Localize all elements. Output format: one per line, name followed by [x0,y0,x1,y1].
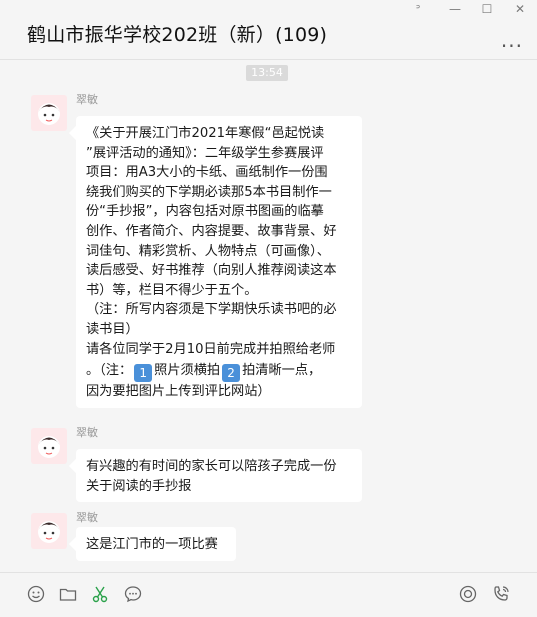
message-line: 创作、作者简介、内容提要、故事背景、好 [86,223,337,239]
message-bubble[interactable]: 《关于开展江门市2021年寒假“邑起悦读 ”展评活动的通知》：二年级学生参赛展评… [76,116,362,408]
maximize-button[interactable]: ☐ [479,2,495,16]
message-line: 。（注： 1 照片须横拍 2 拍清晰一点， [86,361,352,383]
message-line: 读后感受、好书推荐（向别人推荐阅读这本 [86,263,337,279]
close-button[interactable]: ✕ [512,2,528,16]
message-line: 《关于开展江门市2021年寒假“邑起悦读 [86,126,325,141]
chat-bubble-icon[interactable] [124,585,142,603]
message-bubble[interactable]: 有兴趣的有时间的家长可以陪孩子完成一份 关于阅读的手抄报 [76,449,362,503]
sender-name: 翠敏 [76,93,98,106]
message-line: 因为要把图片上传到评比网站） [86,384,271,400]
message-line: 绕我们购买的下学期必读那5本书目制作一 [86,184,332,200]
minimize-button[interactable]: — [447,2,463,16]
message-line: 份“手抄报”，内容包括对原书图画的临摹 [86,204,324,220]
phone-icon[interactable] [492,585,510,603]
message-line: ”展评活动的通知》：二年级学生参赛展评 [86,145,324,161]
note-suffix: 拍清晰一点， [242,363,322,379]
message-line: 请各位同学于2月10日前完成并拍照给老师 [86,341,336,357]
avatar[interactable] [31,95,67,131]
message-line: 这是江门市的一项比赛 [86,537,218,552]
title-bar: 鹤山市振华学校202班（新）(109) ᐣ — ☐ ✕ ... [0,0,537,60]
keycap-one-icon: 1 [134,364,153,383]
more-options-button[interactable]: ... [501,28,523,52]
message-line: 读书目） [86,321,139,337]
chat-title: 鹤山市振华学校202班（新）(109) [27,24,328,46]
scissors-icon[interactable] [91,585,109,603]
message-line: 项目：用A3大小的卡纸、画纸制作一份围 [86,165,328,181]
message-bubble[interactable]: 这是江门市的一项比赛 [76,527,236,561]
timestamp: 13:54 [246,65,288,81]
avatar[interactable] [31,428,67,464]
sender-name: 翠敏 [76,511,98,524]
keycap-two-icon: 2 [222,364,241,383]
note-prefix: 。（注： [86,363,133,379]
message-line: 有兴趣的有时间的家长可以陪孩子完成一份 [86,459,337,474]
emoji-icon[interactable] [27,585,45,603]
message-line: （注：所写内容须是下学期快乐读书吧的必 [86,302,337,318]
input-toolbar [0,572,537,617]
avatar[interactable] [31,513,67,549]
note-mid: 照片须横拍 [154,363,221,379]
pin-icon[interactable]: ᐣ [410,2,426,16]
chat-area[interactable]: 13:54 翠敏 《关于开展江门市2021年寒假“邑起悦读 ”展评活动的通知》：… [0,61,537,572]
sender-name: 翠敏 [76,426,98,439]
message-line: 书）等，栏目不得少于五个。 [86,282,258,298]
message-line: 关于阅读的手抄报 [86,478,192,494]
live-icon[interactable] [459,585,477,603]
message-line: 词佳句、精彩赏析、人物特点（可画像）、 [86,243,330,259]
folder-icon[interactable] [59,585,77,603]
